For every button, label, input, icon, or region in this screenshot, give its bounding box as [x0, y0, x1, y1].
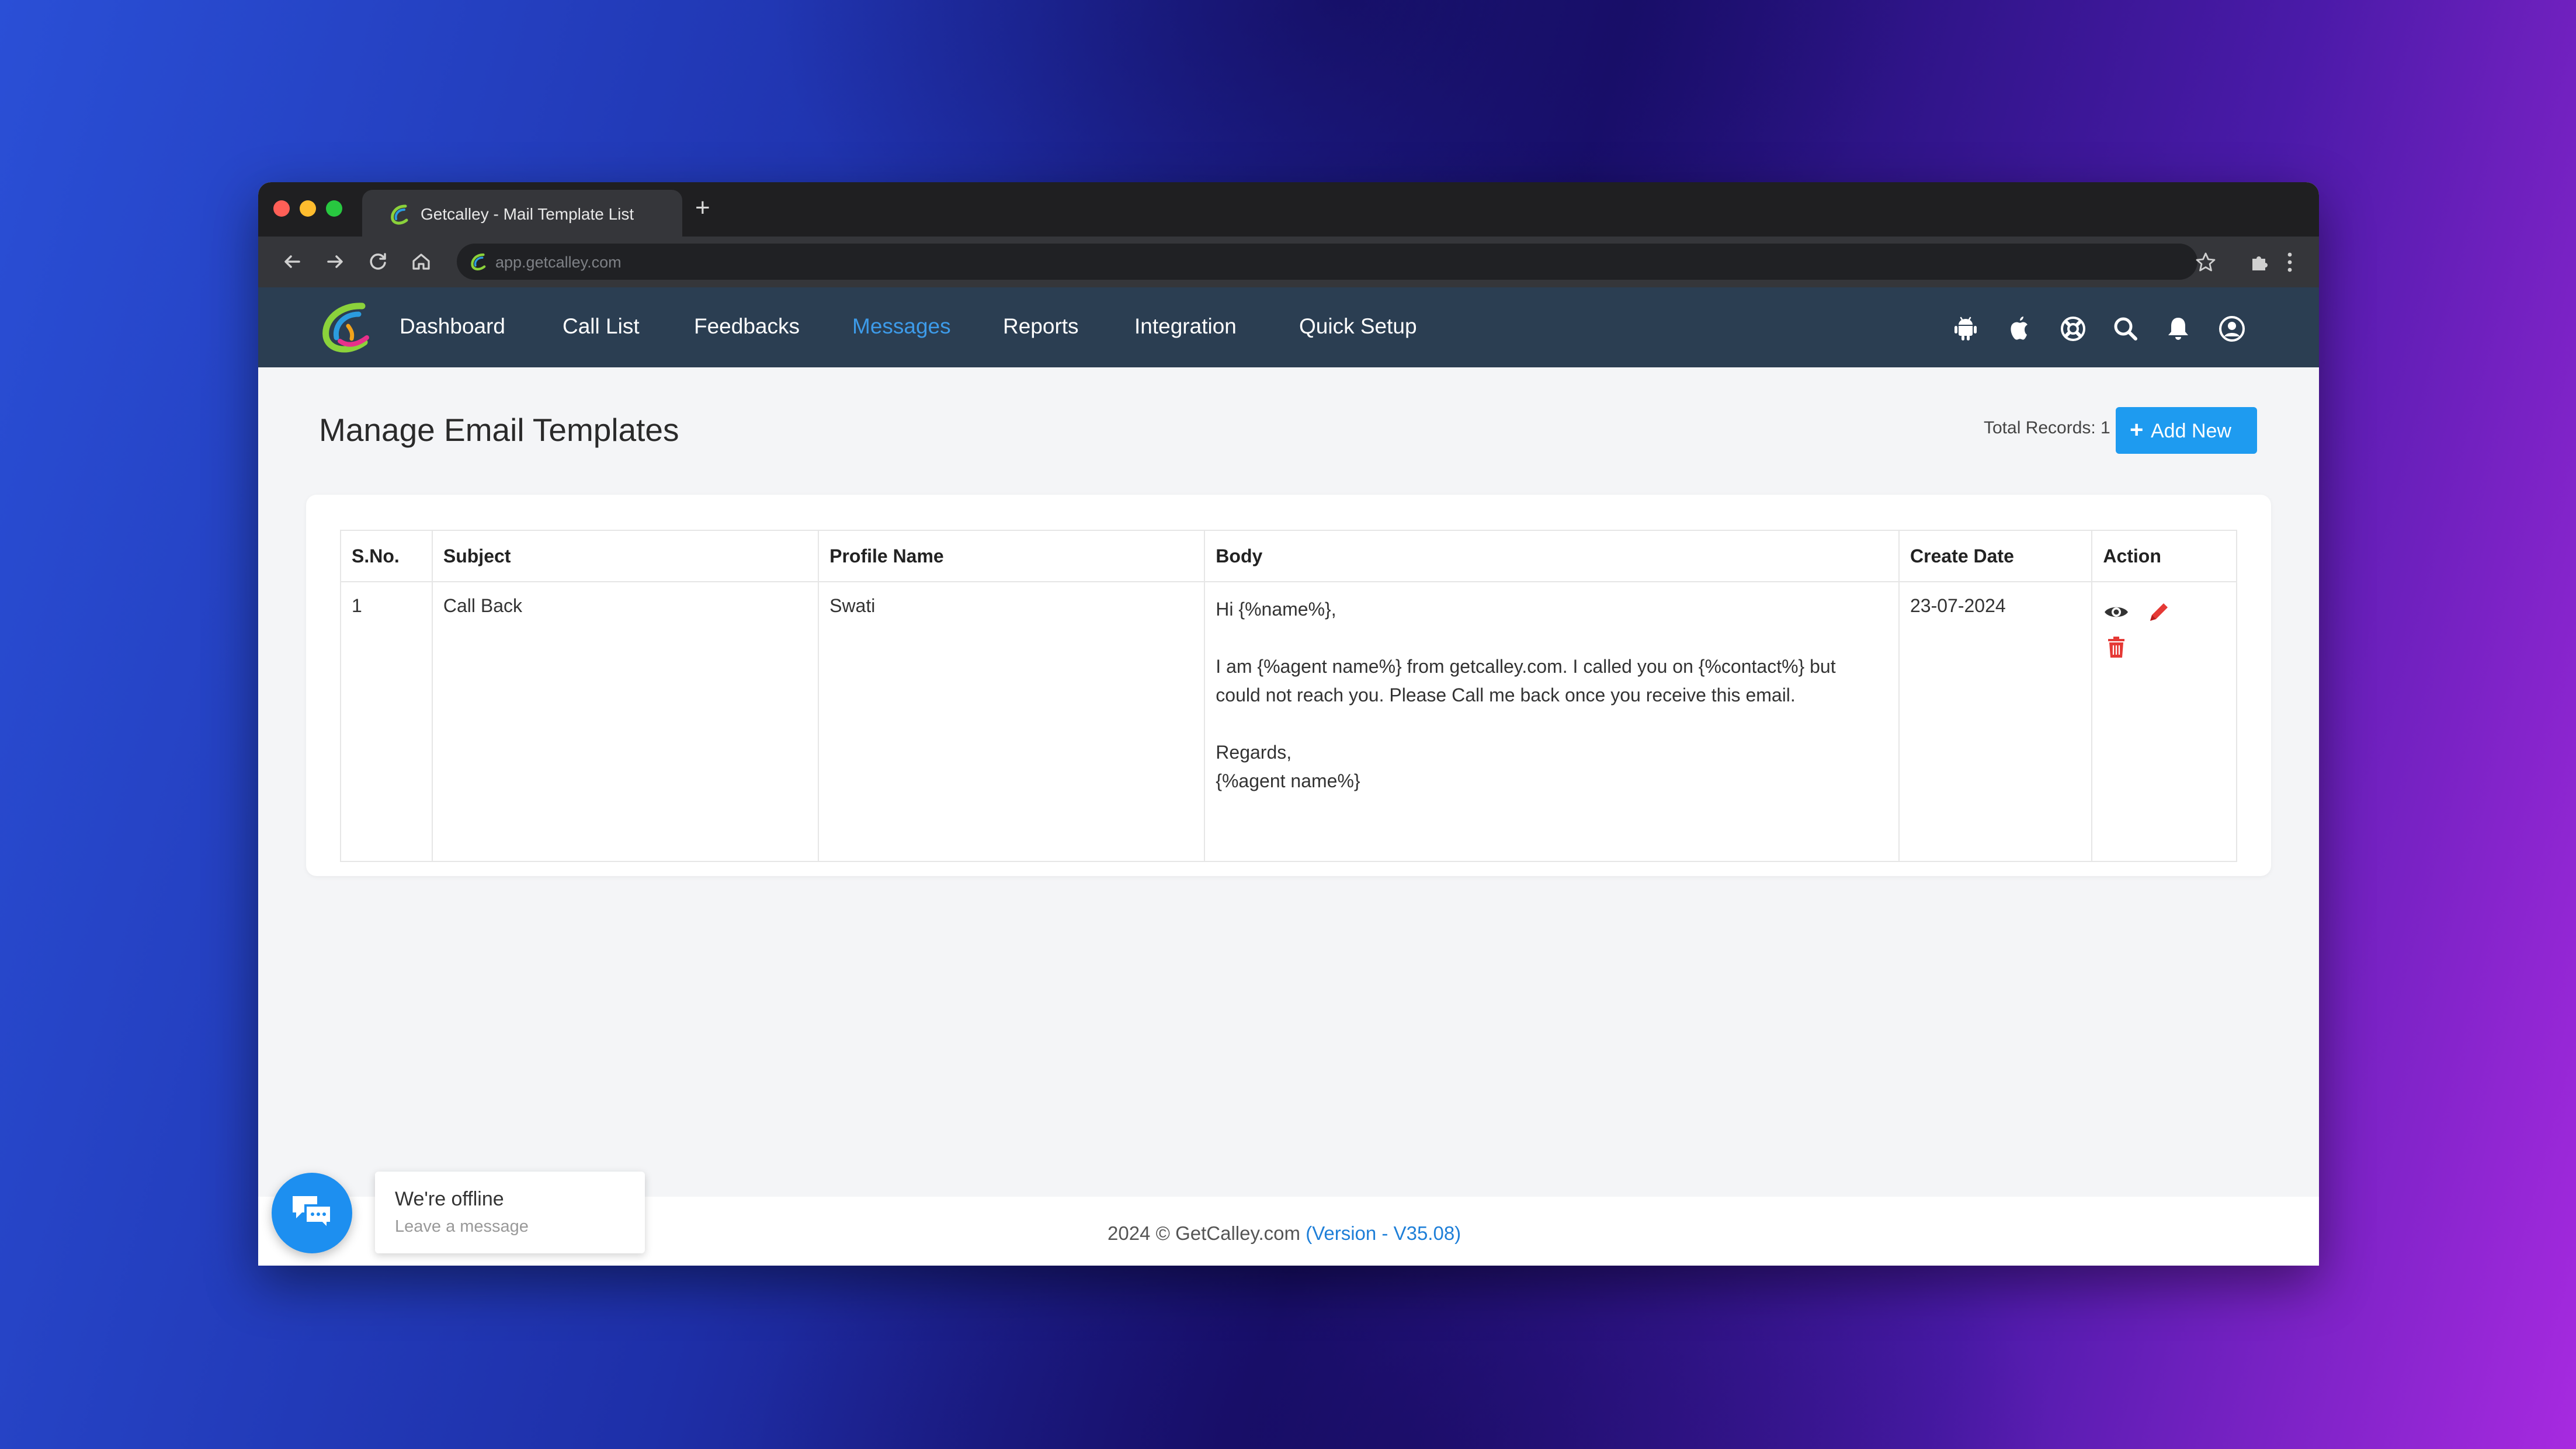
- templates-card: S.No. Subject Profile Name Body Create D…: [306, 495, 2271, 876]
- browser-menu-icon[interactable]: [2285, 249, 2294, 275]
- bell-icon[interactable]: [2164, 314, 2193, 343]
- page-title: Manage Email Templates: [319, 412, 679, 448]
- nav-integration[interactable]: Integration: [1134, 314, 1237, 339]
- forward-icon[interactable]: [322, 249, 347, 274]
- chat-prompt: Leave a message: [395, 1217, 529, 1236]
- nav-messages[interactable]: Messages: [852, 314, 951, 339]
- nav-feedbacks[interactable]: Feedbacks: [694, 314, 800, 339]
- total-records-label: Total Records:: [1984, 418, 2096, 437]
- view-eye-icon[interactable]: [2103, 599, 2130, 626]
- extensions-puzzle-icon[interactable]: [2248, 251, 2271, 274]
- chat-offline-card[interactable]: We're offline Leave a message: [375, 1172, 645, 1253]
- back-icon[interactable]: [280, 249, 305, 274]
- nav-quick-setup[interactable]: Quick Setup: [1299, 314, 1417, 339]
- cell-profile-name: Swati: [818, 581, 1206, 862]
- table-row: 1 Call Back Swati Hi {%name%}, I am {%ag…: [340, 581, 2237, 862]
- browser-window: Getcalley - Mail Template List + app.get…: [258, 182, 2319, 1266]
- browser-tab[interactable]: Getcalley - Mail Template List: [362, 190, 682, 237]
- getcalley-logo[interactable]: [317, 300, 375, 356]
- body-blank-line: [1216, 710, 1888, 738]
- copyright-text: 2024 © GetCalley.com: [1108, 1222, 1301, 1244]
- plus-icon: +: [2130, 417, 2144, 443]
- home-icon[interactable]: [409, 249, 433, 274]
- body-line: {%agent name%}: [1216, 770, 1360, 791]
- chat-icon: [293, 1196, 332, 1232]
- apple-icon[interactable]: [2005, 314, 2034, 343]
- body-line: Hi {%name%},: [1216, 599, 1336, 620]
- address-bar[interactable]: app.getcalley.com: [457, 244, 2197, 280]
- header-subject: Subject: [431, 530, 820, 582]
- live-chat-button[interactable]: [272, 1173, 352, 1253]
- cell-subject: Call Back: [431, 581, 820, 862]
- header-body: Body: [1204, 530, 1900, 582]
- body-line: Regards,: [1216, 742, 1292, 763]
- header-action: Action: [2091, 530, 2237, 582]
- getcalley-logo-icon: [391, 204, 408, 225]
- cell-sno: 1: [340, 581, 433, 862]
- chat-status: We're offline: [395, 1188, 504, 1210]
- add-new-label: Add New: [2151, 420, 2231, 442]
- header-create-date: Create Date: [1898, 530, 2093, 582]
- reload-icon[interactable]: [366, 249, 390, 274]
- minimize-window-button[interactable]: [300, 200, 316, 217]
- tab-title: Getcalley - Mail Template List: [421, 205, 634, 223]
- total-records-value: 1: [2101, 418, 2110, 437]
- url-text: app.getcalley.com: [495, 253, 622, 271]
- support-lifebuoy-icon[interactable]: [2058, 314, 2088, 343]
- delete-trash-icon[interactable]: [2103, 634, 2130, 661]
- templates-table: S.No. Subject Profile Name Body Create D…: [340, 530, 2237, 862]
- header-sno: S.No.: [340, 530, 433, 582]
- browser-titlebar: Getcalley - Mail Template List +: [258, 182, 2319, 237]
- add-new-button[interactable]: + Add New: [2116, 407, 2257, 454]
- app-navbar: Dashboard Call List Feedbacks Messages R…: [258, 287, 2319, 367]
- version-link[interactable]: (Version - V35.08): [1306, 1222, 1461, 1244]
- bookmark-star-icon[interactable]: [2194, 251, 2217, 274]
- cell-body: Hi {%name%}, I am {%agent name%} from ge…: [1204, 581, 1900, 862]
- search-icon[interactable]: [2111, 314, 2140, 343]
- table-header-row: S.No. Subject Profile Name Body Create D…: [340, 530, 2237, 582]
- new-tab-button[interactable]: +: [695, 195, 710, 221]
- header-profile-name: Profile Name: [818, 530, 1206, 582]
- nav-reports[interactable]: Reports: [1003, 314, 1079, 339]
- cell-actions: [2091, 581, 2237, 862]
- footer-text: 2024 © GetCalley.com (Version - V35.08): [1108, 1222, 1461, 1245]
- user-account-icon[interactable]: [2217, 314, 2247, 343]
- nav-dashboard[interactable]: Dashboard: [400, 314, 505, 339]
- nav-call-list[interactable]: Call List: [563, 314, 640, 339]
- android-icon[interactable]: [1951, 314, 1980, 343]
- body-blank-line: [1216, 624, 1888, 652]
- site-logo-icon: [471, 253, 486, 270]
- browser-toolbar: app.getcalley.com: [258, 237, 2319, 287]
- body-line: I am {%agent name%} from getcalley.com. …: [1216, 656, 1836, 677]
- maximize-window-button[interactable]: [326, 200, 342, 217]
- edit-pencil-icon[interactable]: [2145, 599, 2172, 626]
- close-window-button[interactable]: [273, 200, 290, 217]
- body-line: could not reach you. Please Call me back…: [1216, 684, 1796, 706]
- cell-create-date: 23-07-2024: [1898, 581, 2093, 862]
